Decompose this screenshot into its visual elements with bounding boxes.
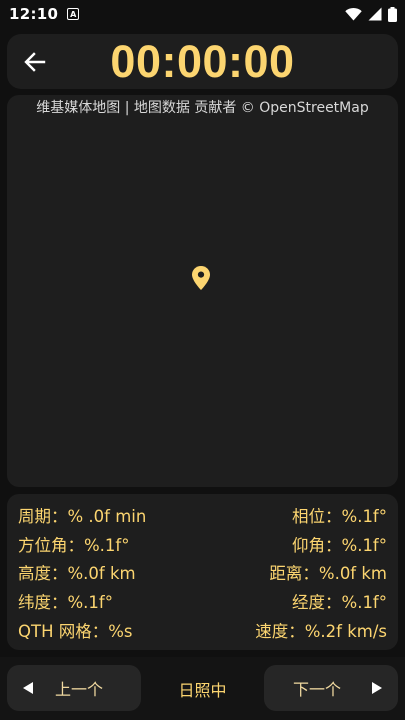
distance-label: 距离：%.0f km: [269, 564, 387, 584]
longitude-label: 经度：%.1f°: [292, 593, 387, 613]
elapsed-timer: 00:00:00: [110, 36, 295, 87]
info-row: 高度：%.0f km 距离：%.0f km: [18, 558, 387, 587]
info-row: 方位角：%.1f° 仰角：%.1f°: [18, 530, 387, 559]
altitude-label: 高度：%.0f km: [18, 564, 136, 584]
cellular-signal-icon: [368, 7, 382, 21]
azimuth-label: 方位角：%.1f°: [18, 535, 130, 555]
notification-badge: A: [67, 8, 80, 20]
header-card: 00:00:00: [7, 34, 398, 89]
status-icons: [345, 6, 397, 22]
velocity-label: 速度：%.2f km/s: [255, 621, 387, 641]
map-attribution[interactable]: 维基媒体地图 | 地图数据 贡献者 © OpenStreetMap: [7, 95, 398, 117]
phase-label: 相位：%.1f°: [292, 507, 387, 527]
triangle-right-icon: [372, 682, 382, 694]
triangle-left-icon: [23, 682, 33, 694]
status-bar: 12:10 A: [0, 0, 405, 28]
map-view[interactable]: 维基媒体地图 | 地图数据 贡献者 © OpenStreetMap: [7, 95, 398, 487]
latitude-label: 纬度：%.1f°: [18, 593, 113, 613]
battery-icon: [388, 6, 397, 22]
next-button[interactable]: 下一个: [264, 665, 398, 711]
previous-button-label: 上一个: [55, 680, 104, 699]
bottom-bar: 上一个 日照中 下一个: [0, 657, 405, 720]
status-time: 12:10: [9, 5, 59, 23]
wifi-icon: [345, 7, 362, 21]
satellite-info-panel: 周期：% .0f min 相位：%.1f° 方位角：%.1f° 仰角：%.1f°…: [7, 494, 398, 650]
info-row: 纬度：%.1f° 经度：%.1f°: [18, 587, 387, 616]
elevation-label: 仰角：%.1f°: [292, 535, 387, 555]
location-pin-icon[interactable]: [191, 265, 211, 291]
period-label: 周期：% .0f min: [18, 507, 147, 527]
qth-grid-label: QTH 网格：%s: [18, 621, 133, 641]
info-row: 周期：% .0f min 相位：%.1f°: [18, 501, 387, 530]
info-row: QTH 网格：%s 速度：%.2f km/s: [18, 615, 387, 644]
previous-button[interactable]: 上一个: [7, 665, 141, 711]
next-button-label: 下一个: [293, 680, 342, 699]
